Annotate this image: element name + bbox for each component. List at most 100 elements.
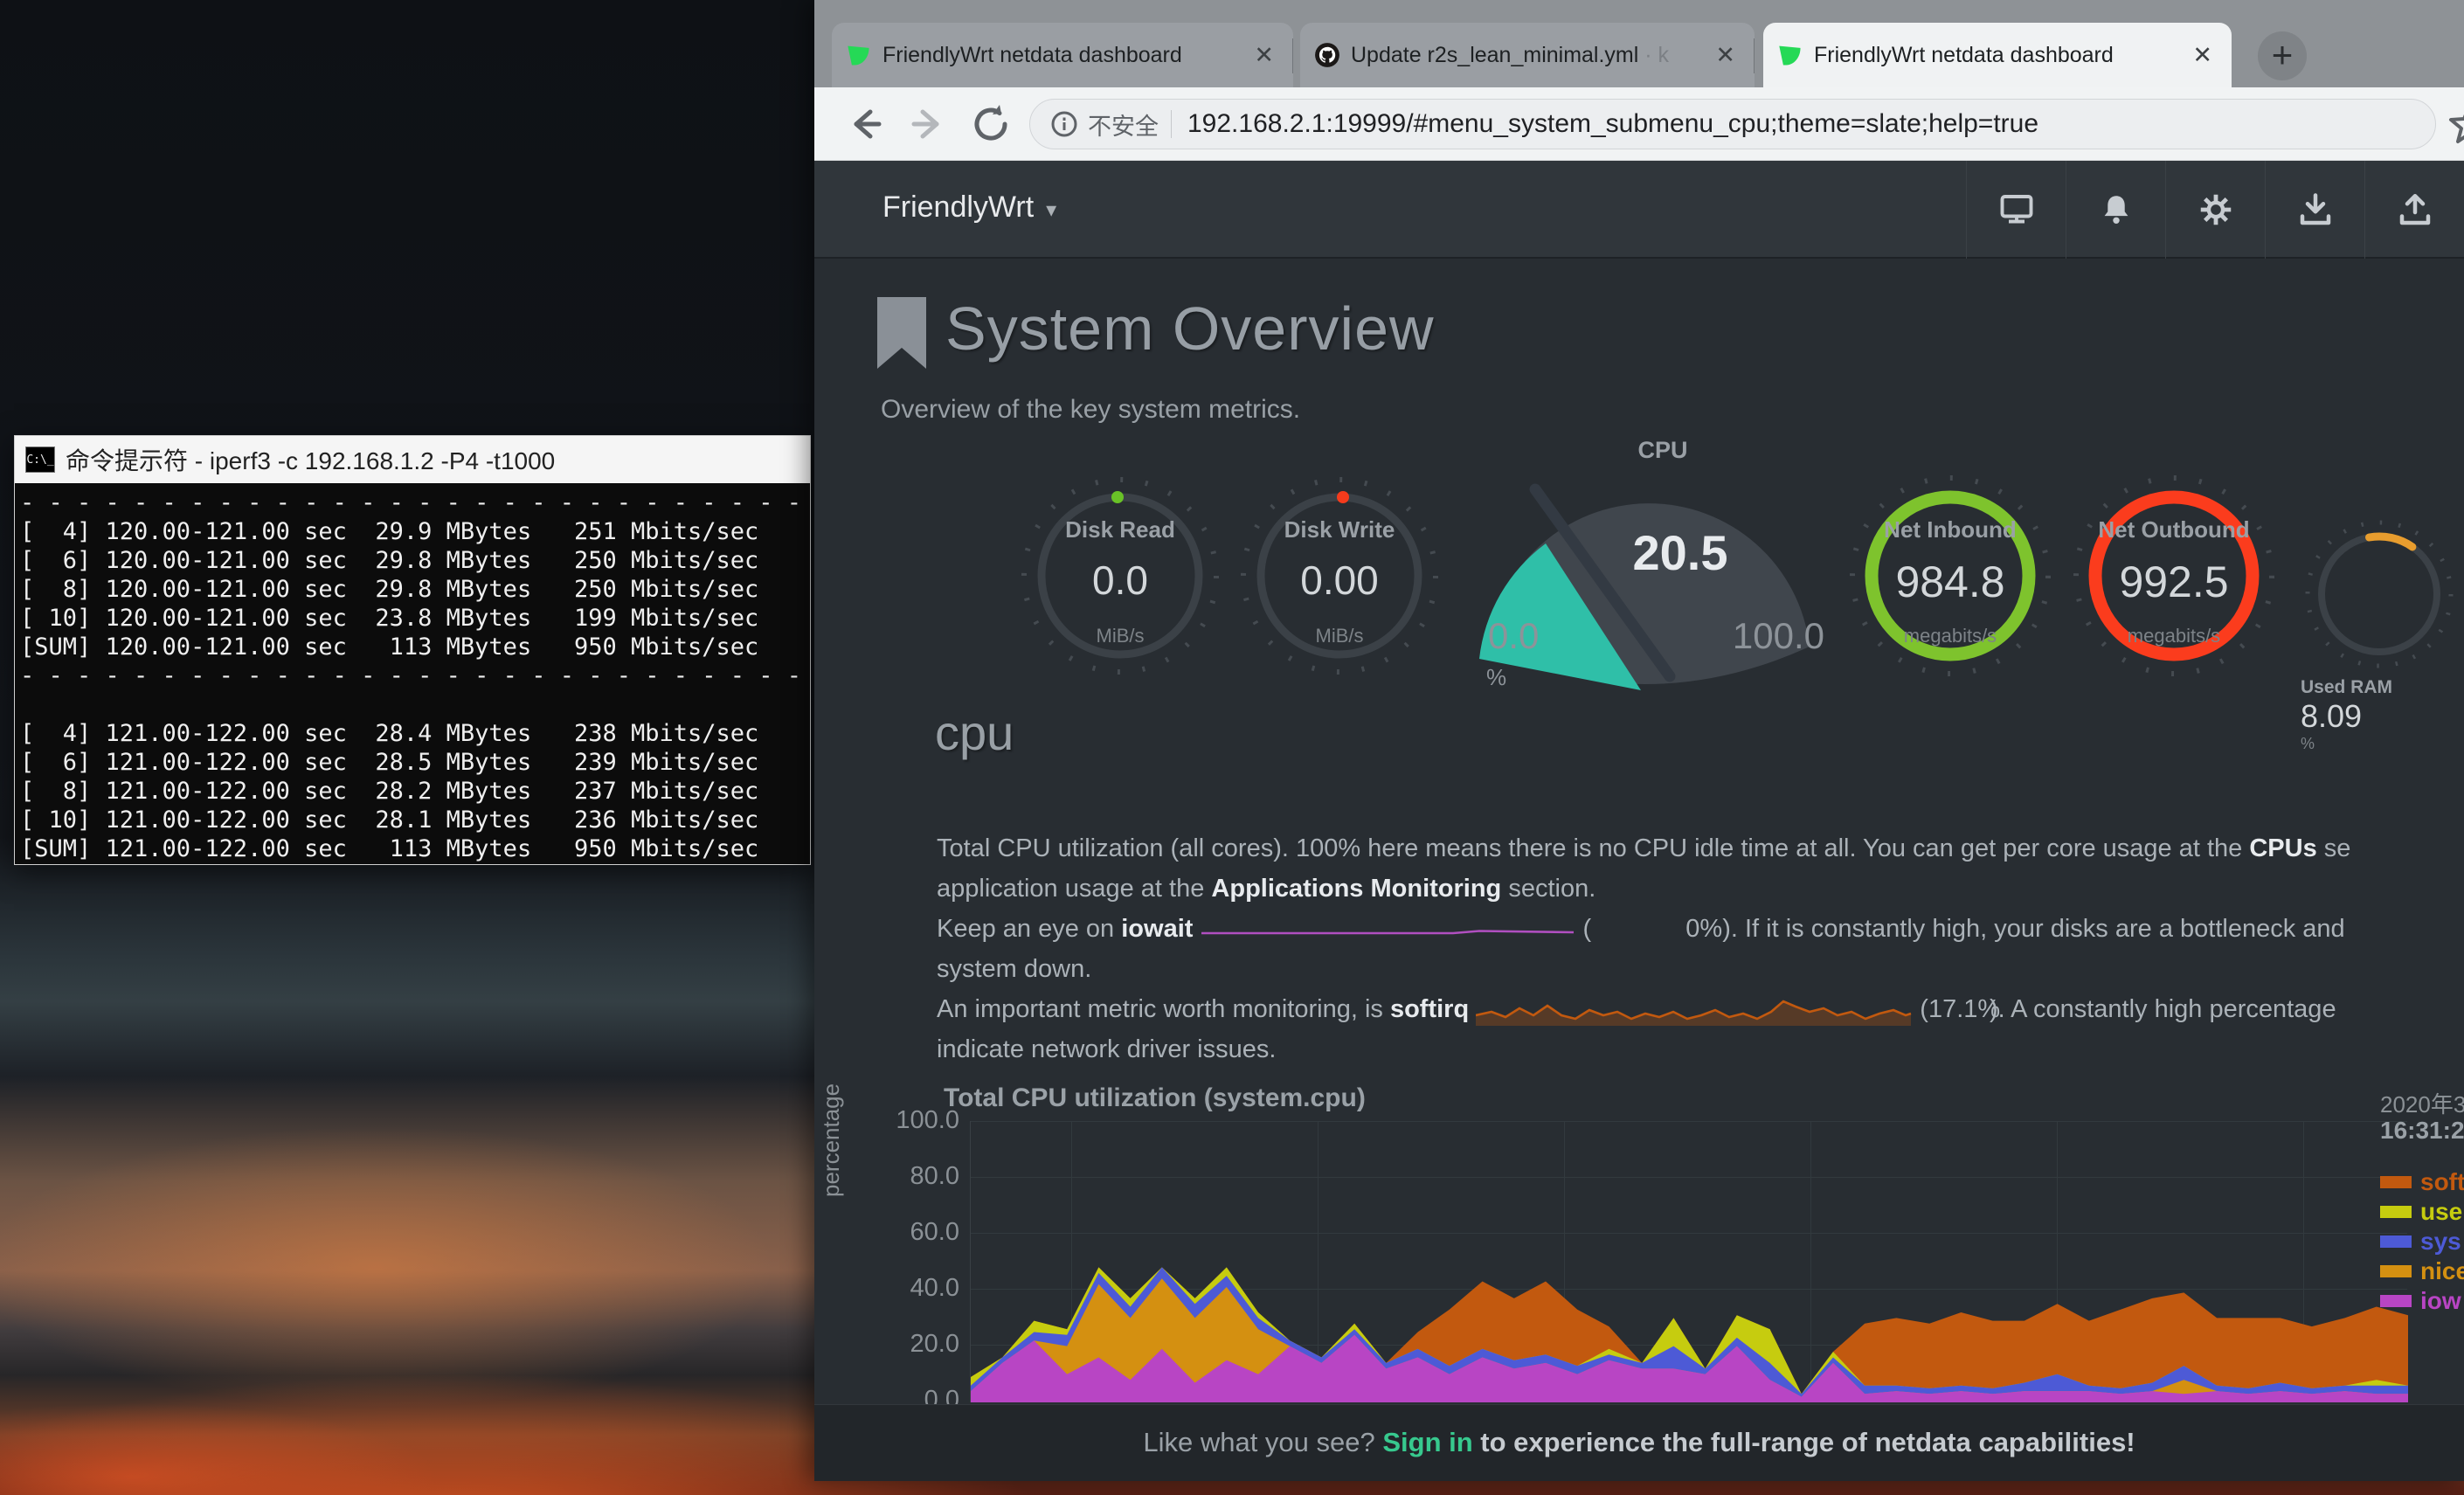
gauge-value: 992.5 (2069, 557, 2279, 607)
terminal-window[interactable]: C:\_ 命令提示符 - iperf3 -c 192.168.1.2 -P4 -… (14, 435, 811, 865)
browser-toolbar: 不安全 192.168.2.1:19999/#menu_system_subme… (814, 87, 2464, 161)
netdata-icon (1777, 42, 1803, 68)
applications-monitoring-link[interactable]: Applications Monitoring (1211, 875, 1501, 903)
y-tick: 80.0 (872, 1162, 959, 1191)
y-tick: 20.0 (872, 1330, 959, 1359)
terminal-line: [ 6] 120.00-121.00 sec 29.8 MBytes 250 M… (20, 546, 808, 575)
legend-swatch (2380, 1295, 2412, 1307)
legend-item-system[interactable]: sys (2380, 1229, 2461, 1255)
import-button[interactable] (2265, 161, 2364, 259)
gauge-cpu[interactable]: CPU 20.5 0.0 100.0 % (1462, 437, 1864, 699)
gauge-used-ram[interactable]: Used RAM 8.09 % (2301, 516, 2458, 673)
disk-write-dot (1337, 491, 1349, 503)
gauge-label: Used RAM (2301, 677, 2458, 698)
legend-item-iowait[interactable]: iow (2380, 1288, 2461, 1314)
terminal-titlebar[interactable]: C:\_ 命令提示符 - iperf3 -c 192.168.1.2 -P4 -… (15, 436, 810, 483)
tab-close-icon[interactable]: ✕ (2187, 42, 2218, 69)
terminal-line: [SUM] 120.00-121.00 sec 113 MBytes 950 M… (20, 633, 808, 661)
export-button[interactable] (2364, 161, 2464, 259)
terminal-line: - - - - - - - - - - - - - - - - - - - - … (20, 661, 808, 690)
bookmark-star-icon[interactable] (2445, 100, 2464, 149)
gauge-label: Disk Read (1015, 516, 1225, 543)
browser-window: FriendlyWrt netdata dashboard ✕ Update r… (814, 0, 2464, 1481)
sign-in-link[interactable]: Sign in (1382, 1427, 1472, 1457)
host-dropdown[interactable]: FriendlyWrt▾ (882, 190, 1056, 225)
security-label: 不安全 (1088, 107, 1159, 142)
gauge-net-inbound[interactable]: Net Inbound 984.8 megabits/s (1845, 471, 2055, 681)
terminal-title: 命令提示符 - iperf3 -c 192.168.1.2 -P4 -t1000 (66, 442, 555, 477)
url-text[interactable]: 192.168.2.1:19999/#menu_system_submenu_c… (1187, 109, 2038, 139)
gauge-net-outbound[interactable]: Net Outbound 992.5 megabits/s (2069, 471, 2279, 681)
legend-item-softirq[interactable]: soft (2380, 1169, 2464, 1195)
y-tick: 40.0 (872, 1274, 959, 1303)
cpu-chart-plot[interactable] (970, 1121, 2407, 1402)
terminal-line: [ 10] 121.00-122.00 sec 28.1 MBytes 236 … (20, 806, 808, 834)
terminal-line: [ 10] 120.00-121.00 sec 23.8 MBytes 199 … (20, 604, 808, 633)
terminal-line: [ 4] 120.00-121.00 sec 29.9 MBytes 251 M… (20, 517, 808, 546)
address-separator (1171, 110, 1172, 138)
stacked-area-chart (971, 1121, 2408, 1402)
paragraph-line: application usage at the Applications Mo… (937, 869, 2461, 909)
gauge-label: Disk Write (1235, 516, 1444, 543)
terminal-line: [ 4] 121.00-122.00 sec 28.4 MBytes 238 M… (20, 719, 808, 748)
bell-icon (2099, 192, 2134, 227)
gauge-unit: % (1486, 664, 1506, 690)
y-axis-label: percentage (818, 1083, 845, 1197)
back-button[interactable] (841, 100, 889, 149)
terminal-output: - - - - - - - - - - - - - - - - - - - - … (20, 488, 808, 862)
info-icon[interactable] (1049, 109, 1079, 139)
tab-close-icon[interactable]: ✕ (1710, 42, 1741, 69)
terminal-line: - - - - - - - - - - - - - - - - - - - - … (20, 488, 808, 517)
tab-title: FriendlyWrt netdata dashboard (882, 43, 1238, 68)
legend-item-nice[interactable]: nice (2380, 1258, 2464, 1284)
gear-icon (2198, 191, 2234, 228)
alarms-button[interactable] (2066, 161, 2165, 259)
chart-date: 2020年3 (2380, 1087, 2464, 1119)
tab-friendlywrt-dashboard-1[interactable]: FriendlyWrt netdata dashboard ✕ (832, 23, 1293, 87)
gauge-disk-write[interactable]: Disk Write 0.00 MiB/s (1235, 471, 1444, 681)
iowait-value: 0% (1591, 909, 1722, 949)
disk-read-dot (1111, 491, 1124, 503)
paragraph-line: system down. (937, 949, 2461, 989)
legend-item-user[interactable]: use (2380, 1199, 2462, 1225)
gauge-min: 0.0 (1488, 615, 1539, 656)
gauge-label: Net Inbound (1845, 516, 2055, 543)
tab-github-commit[interactable]: Update r2s_lean_minimal.yml · k ✕ (1300, 23, 1755, 87)
legend-swatch (2380, 1265, 2412, 1277)
tab-close-icon[interactable]: ✕ (1249, 42, 1279, 69)
cpu-gauge-dial: 20.5 0.0 100.0 % (1462, 465, 1864, 696)
github-icon (1314, 42, 1340, 68)
iowait-sparkline[interactable] (1200, 922, 1575, 938)
forward-button[interactable] (903, 100, 952, 149)
signin-banner: Like what you see? Sign in to experience… (814, 1404, 2464, 1481)
gauge-label: Net Outbound (2069, 516, 2279, 543)
tab-friendlywrt-dashboard-2-active[interactable]: FriendlyWrt netdata dashboard ✕ (1763, 23, 2232, 87)
dial-ticks (2301, 516, 2458, 673)
paragraph-line: indicate network driver issues. (937, 1029, 2461, 1069)
settings-button[interactable] (2165, 161, 2265, 259)
paragraph-line: Keep an eye on iowait (0%). If it is con… (937, 909, 2461, 949)
legend-swatch (2380, 1206, 2412, 1218)
address-bar[interactable]: 不安全 192.168.2.1:19999/#menu_system_subme… (1029, 99, 2436, 149)
gauge-unit: MiB/s (1015, 625, 1225, 647)
softirq-sparkline[interactable] (1476, 989, 1913, 1029)
gauge-value: 0.00 (1235, 557, 1444, 604)
gauge-value: 984.8 (1845, 557, 2055, 607)
gauge-value: 0.0 (1015, 557, 1225, 604)
gauge-label: CPU (1462, 437, 1864, 464)
reload-button[interactable] (966, 100, 1015, 149)
chart-time: 16:31:2 (2380, 1117, 2464, 1145)
tab-title: Update r2s_lean_minimal.yml · k (1351, 43, 1699, 68)
tab-title: FriendlyWrt netdata dashboard (1814, 43, 2177, 68)
new-tab-button[interactable]: + (2258, 31, 2307, 80)
netdata-icon (846, 42, 872, 68)
gauge-disk-read[interactable]: Disk Read 0.0 MiB/s (1015, 471, 1225, 681)
gauge-unit: megabits/s (1845, 625, 2055, 647)
tab-strip: FriendlyWrt netdata dashboard ✕ Update r… (814, 0, 2464, 87)
nodes-view-button[interactable] (1966, 161, 2066, 259)
chevron-down-icon: ▾ (1046, 198, 1056, 222)
gauge-value: 8.09 (2301, 698, 2458, 735)
cpus-link[interactable]: CPUs (2249, 834, 2316, 862)
tab-separator (1292, 38, 1293, 73)
terminal-line: [ 8] 121.00-122.00 sec 28.2 MBytes 237 M… (20, 777, 808, 806)
